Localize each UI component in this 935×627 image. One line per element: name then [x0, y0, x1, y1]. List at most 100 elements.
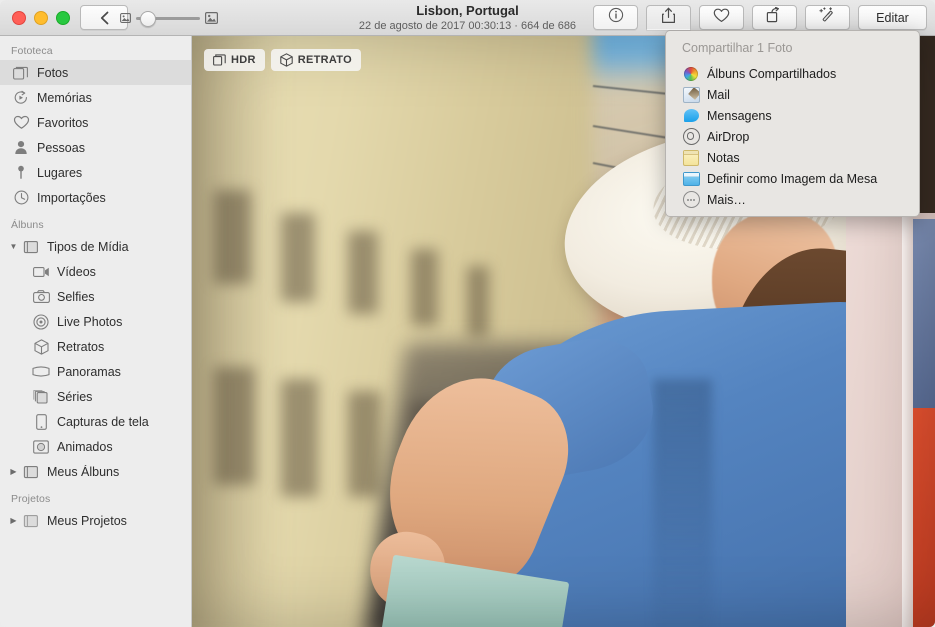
share-item-label: AirDrop	[707, 129, 750, 144]
clock-icon	[10, 190, 32, 205]
camera-icon	[30, 290, 52, 303]
sidebar-item-label: Favoritos	[37, 115, 89, 130]
cube-icon	[30, 338, 52, 355]
sidebar-item-retratos[interactable]: Retratos	[0, 334, 191, 359]
retrato-badge[interactable]: RETRATO	[270, 49, 361, 71]
sidebar-item-live-photos[interactable]: Live Photos	[0, 309, 191, 334]
sidebar-item-label: Vídeos	[57, 264, 96, 279]
share-popover-title: Compartilhar 1 Foto	[682, 41, 793, 55]
magic-wand-icon	[819, 7, 836, 28]
hdr-badge[interactable]: HDR	[204, 49, 265, 71]
sidebar-item-animados[interactable]: Animados	[0, 434, 191, 459]
sidebar-item-tipos-de-midia[interactable]: ▼ Tipos de Mídia	[0, 234, 191, 259]
favorite-button[interactable]	[699, 5, 744, 30]
share-item-label: Definir como Imagem da Mesa	[707, 171, 878, 186]
sidebar-item-label: Live Photos	[57, 314, 123, 329]
hdr-icon	[213, 54, 226, 66]
toolbar-actions: Editar	[593, 5, 927, 30]
minimize-window-button[interactable]	[34, 11, 48, 25]
sidebar-item-selfies[interactable]: Selfies	[0, 284, 191, 309]
rotate-button[interactable]	[752, 5, 797, 30]
slider-knob[interactable]	[140, 11, 156, 27]
share-popover: Compartilhar 1 Foto Álbuns Compartilhado…	[665, 30, 920, 217]
sidebar-item-lugares[interactable]: Lugares	[0, 160, 191, 185]
thumbnail-size-slider-group[interactable]	[120, 10, 218, 27]
sidebar-item-series[interactable]: Séries	[0, 384, 191, 409]
more-icon	[682, 191, 700, 208]
close-window-button[interactable]	[12, 11, 26, 25]
sidebar-item-panoramas[interactable]: Panoramas	[0, 359, 191, 384]
share-item-label: Álbuns Compartilhados	[707, 66, 837, 81]
chevron-right-icon[interactable]: ▶	[8, 516, 19, 525]
edit-button-label: Editar	[876, 10, 909, 25]
thumbnail-size-slider[interactable]	[136, 10, 200, 27]
sidebar: Fototeca Fotos Memórias Favoritos Pessoa…	[0, 36, 192, 627]
sidebar-item-capturas-de-tela[interactable]: Capturas de tela	[0, 409, 191, 434]
sidebar-section-fototeca-header: Fototeca	[11, 45, 53, 57]
share-item-label: Notas	[707, 150, 740, 165]
video-icon	[30, 266, 52, 278]
share-item-label: Mensagens	[707, 108, 772, 123]
folder-icon	[20, 465, 42, 479]
share-item-more[interactable]: Mais…	[666, 189, 919, 210]
sidebar-item-memorias[interactable]: Memórias	[0, 85, 191, 110]
sidebar-item-label: Memórias	[37, 90, 92, 105]
desktop-picture-icon	[682, 171, 700, 187]
sidebar-item-label: Retratos	[57, 339, 105, 354]
info-icon	[608, 7, 624, 28]
sidebar-section-projetos-header: Projetos	[11, 493, 51, 505]
info-button[interactable]	[593, 5, 638, 30]
share-item-shared-albums[interactable]: Álbuns Compartilhados	[666, 63, 919, 84]
rotate-icon	[766, 6, 783, 28]
photos-icon	[10, 66, 32, 80]
sidebar-item-label: Meus Projetos	[47, 513, 127, 528]
sidebar-item-label: Pessoas	[37, 140, 85, 155]
sidebar-item-label: Meus Álbuns	[47, 464, 120, 479]
sidebar-item-label: Importações	[37, 190, 106, 205]
share-item-label: Mais…	[707, 192, 746, 207]
sidebar-item-label: Animados	[57, 439, 113, 454]
screenshot-icon	[30, 413, 52, 430]
cube-icon	[279, 53, 293, 67]
share-item-notes[interactable]: Notas	[666, 147, 919, 168]
hdr-badge-label: HDR	[231, 54, 256, 66]
person-icon	[10, 140, 32, 155]
sidebar-item-meus-albuns[interactable]: ▶ Meus Álbuns	[0, 459, 191, 484]
sidebar-item-meus-projetos[interactable]: ▶ Meus Projetos	[0, 508, 191, 533]
sidebar-item-label: Fotos	[37, 65, 69, 80]
live-photo-icon	[30, 313, 52, 330]
share-item-mail[interactable]: Mail	[666, 84, 919, 105]
pin-icon	[10, 165, 32, 180]
chevron-down-icon[interactable]: ▼	[8, 242, 19, 251]
heart-icon	[10, 115, 32, 130]
memories-icon	[10, 90, 32, 105]
sidebar-item-label: Selfies	[57, 289, 95, 304]
chevron-right-icon[interactable]: ▶	[8, 467, 19, 476]
share-item-messages[interactable]: Mensagens	[666, 105, 919, 126]
photo-badges: HDR RETRATO	[204, 49, 361, 71]
burst-icon	[30, 389, 52, 404]
share-icon	[661, 7, 676, 29]
share-button[interactable]	[646, 5, 691, 30]
sidebar-item-fotos[interactable]: Fotos	[0, 60, 191, 85]
edit-button[interactable]: Editar	[858, 5, 927, 30]
notes-icon	[682, 149, 700, 166]
sidebar-item-label: Tipos de Mídia	[47, 239, 129, 254]
maximize-window-button[interactable]	[56, 11, 70, 25]
panorama-icon	[30, 366, 52, 377]
folder-icon	[20, 240, 42, 254]
share-item-label: Mail	[707, 87, 730, 102]
sidebar-item-importacoes[interactable]: Importações	[0, 185, 191, 210]
small-thumbnail-icon	[120, 13, 131, 23]
share-item-airdrop[interactable]: AirDrop	[666, 126, 919, 147]
sidebar-item-favoritos[interactable]: Favoritos	[0, 110, 191, 135]
sidebar-item-pessoas[interactable]: Pessoas	[0, 135, 191, 160]
enhance-button[interactable]	[805, 5, 850, 30]
sidebar-item-label: Panoramas	[57, 364, 121, 379]
large-thumbnail-icon	[205, 12, 218, 24]
share-item-desktop-picture[interactable]: Definir como Imagem da Mesa	[666, 168, 919, 189]
photos-window: Lisbon, Portugal 22 de agosto de 2017 00…	[0, 0, 935, 627]
sidebar-item-label: Lugares	[37, 165, 83, 180]
sidebar-item-label: Capturas de tela	[57, 414, 149, 429]
sidebar-item-videos[interactable]: Vídeos	[0, 259, 191, 284]
